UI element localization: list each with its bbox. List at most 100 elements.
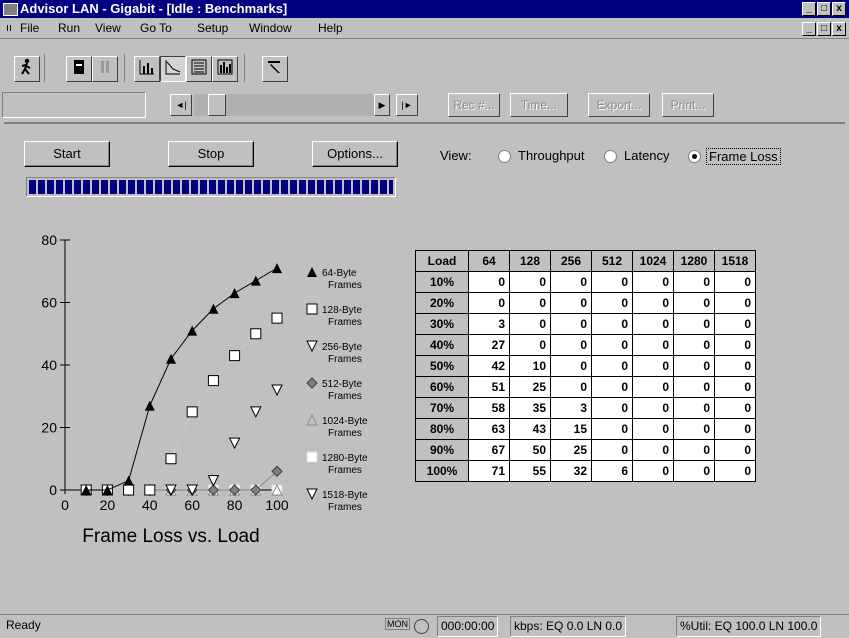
table-header-size: 128 <box>509 250 551 272</box>
record-field[interactable] <box>2 92 146 118</box>
table-cell-value: 0 <box>550 271 592 293</box>
last-record-button[interactable]: |► <box>396 94 418 116</box>
first-record-button[interactable]: ◄| <box>170 94 192 116</box>
view-frame-loss-label[interactable]: Frame Loss <box>706 148 781 165</box>
table-row: 60% 51 25 0 0 0 0 0 <box>415 376 756 398</box>
table-cell-value: 0 <box>632 418 674 440</box>
y-tick-label: 0 <box>49 482 57 498</box>
table-body: 10% 0 0 0 0 0 0 0 20% 0 0 0 0 0 0 0 30% 3 0 0 0 0 0 0 40% 27 0 0 0 0 0… <box>415 271 756 482</box>
table-cell-value: 0 <box>591 334 633 356</box>
table-cell-value: 51 <box>468 376 510 398</box>
rec-button[interactable]: Rec #... <box>448 93 500 117</box>
table-cell-value: 0 <box>632 334 674 356</box>
close-button[interactable]: x <box>832 2 846 16</box>
table-cell-value: 0 <box>468 292 510 314</box>
histogram-icon[interactable] <box>212 56 238 82</box>
table-header-row: Load 64 128 256 512 1024 1280 1518 <box>415 250 756 272</box>
table-cell-value: 0 <box>714 397 756 419</box>
view-latency-radio[interactable] <box>604 150 617 163</box>
window-title: Advisor LAN - Gigabit - [Idle : Benchmar… <box>20 1 288 16</box>
data-point <box>271 484 283 496</box>
view-latency-label[interactable]: Latency <box>624 148 670 163</box>
table-cell-value: 43 <box>509 418 551 440</box>
table-cell-value: 0 <box>550 292 592 314</box>
export-button[interactable]: Export... <box>588 93 650 117</box>
table-cell-value: 0 <box>509 271 551 293</box>
record-icon[interactable] <box>66 56 92 82</box>
y-tick-label: 80 <box>41 232 57 248</box>
table-cell-value: 0 <box>673 313 715 335</box>
table-cell-value: 0 <box>673 376 715 398</box>
table-cell-value: 0 <box>714 355 756 377</box>
legend-label: Frames <box>328 354 362 365</box>
table-cell-value: 3 <box>550 397 592 419</box>
chart-title: Frame Loss vs. Load <box>82 526 259 547</box>
frame-loss-table: Load 64 128 256 512 1024 1280 1518 10% 0 0 0 0 0 0 0 20… <box>415 250 756 482</box>
menu-setup[interactable]: Setup <box>197 18 228 38</box>
legend-label: 64-Byte <box>322 268 357 279</box>
menu-go-to[interactable]: Go To <box>140 18 172 38</box>
options-button[interactable]: Options... <box>312 141 398 167</box>
doc-minimize-button[interactable]: _ <box>802 22 816 36</box>
menu-view[interactable]: View <box>95 18 121 38</box>
view-throughput-label[interactable]: Throughput <box>518 148 585 163</box>
bar-chart-icon[interactable] <box>134 56 160 82</box>
x-tick-label: 100 <box>265 497 289 513</box>
record-scroll-thumb[interactable] <box>208 94 226 116</box>
toolbar <box>0 38 849 89</box>
app-icon[interactable] <box>3 3 18 16</box>
table-cell-value: 0 <box>591 397 633 419</box>
table-cell-value: 0 <box>714 334 756 356</box>
table-cell-value: 3 <box>468 313 510 335</box>
line-chart-icon[interactable] <box>160 56 186 82</box>
run-icon[interactable] <box>14 56 40 82</box>
start-button[interactable]: Start <box>24 141 110 167</box>
data-point <box>250 275 261 286</box>
minimize-button[interactable]: _ <box>802 2 816 16</box>
menu-help[interactable]: Help <box>318 18 343 38</box>
y-tick-label: 40 <box>41 357 57 373</box>
menu-file[interactable]: File <box>20 18 39 38</box>
list-icon[interactable] <box>186 56 212 82</box>
legend-marker <box>306 488 318 501</box>
table-cell-value: 35 <box>509 397 551 419</box>
pause-icon[interactable] <box>92 56 118 82</box>
table-cell-value: 0 <box>673 418 715 440</box>
table-row: 20% 0 0 0 0 0 0 0 <box>415 292 756 314</box>
print-button[interactable]: Print... <box>662 93 714 117</box>
data-point <box>186 406 198 418</box>
table-cell-value: 6 <box>591 460 633 482</box>
table-cell-value: 25 <box>509 376 551 398</box>
document-system-menu-icon[interactable]: ıı <box>6 18 12 38</box>
view-throughput-radio[interactable] <box>498 150 511 163</box>
doc-close-button[interactable]: x <box>832 22 846 36</box>
table-header-size: 256 <box>550 250 592 272</box>
data-point <box>123 475 134 486</box>
table-cell-value: 0 <box>673 292 715 314</box>
view-frame-loss-radio[interactable] <box>688 150 701 163</box>
scroll-right-button[interactable]: ▶ <box>374 94 390 116</box>
menu-window[interactable]: Window <box>249 18 292 38</box>
doc-restore-button[interactable]: □ <box>817 22 831 36</box>
legend-label: Frames <box>328 428 362 439</box>
menu-run[interactable]: Run <box>58 18 80 38</box>
legend-label: 128-Byte <box>322 305 362 316</box>
table-cell-value: 0 <box>509 292 551 314</box>
table-cell-value: 0 <box>632 313 674 335</box>
table-cell-value: 0 <box>591 355 633 377</box>
y-tick-label: 20 <box>41 420 57 436</box>
legend-marker <box>306 413 318 426</box>
table-cell-load: 80% <box>415 418 469 440</box>
table-cell-value: 0 <box>632 292 674 314</box>
time-button[interactable]: Time... <box>510 93 568 117</box>
pointer-icon[interactable] <box>262 56 288 82</box>
legend-label: 512-Byte <box>322 379 362 390</box>
maximize-button[interactable]: □ <box>817 2 831 16</box>
table-cell-value: 32 <box>550 460 592 482</box>
table-cell-value: 67 <box>468 439 510 461</box>
table-cell-value: 0 <box>509 313 551 335</box>
stop-button[interactable]: Stop <box>168 141 254 167</box>
x-tick-label: 20 <box>100 497 116 513</box>
x-tick-label: 40 <box>142 497 158 513</box>
data-point <box>207 475 220 487</box>
